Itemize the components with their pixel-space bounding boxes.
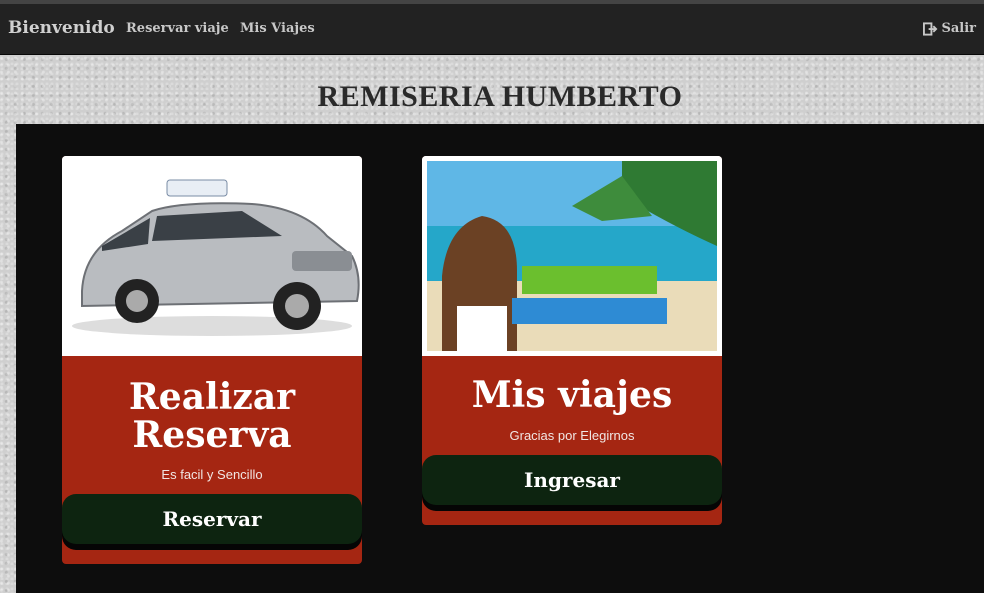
- nav-link-mis-viajes[interactable]: Mis Viajes: [240, 21, 315, 36]
- top-navbar: Bienvenido Reservar viaje Mis Viajes Sal…: [0, 0, 984, 55]
- card-realizar-reserva: Realizar Reserva Es facil y Sencillo Res…: [62, 156, 362, 564]
- logout-link[interactable]: Salir: [923, 21, 976, 36]
- ingresar-button[interactable]: Ingresar: [422, 455, 722, 505]
- car-image: [62, 156, 362, 356]
- brand-link[interactable]: Bienvenido: [8, 18, 115, 38]
- logout-icon: [923, 21, 938, 36]
- card-subtitle: Es facil y Sencillo: [161, 467, 263, 482]
- nav-link-reservar-viaje[interactable]: Reservar viaje: [126, 21, 229, 36]
- card-title: Realizar Reserva: [128, 376, 296, 456]
- beach-image: [422, 156, 722, 356]
- logout-label: Salir: [941, 21, 976, 36]
- card-title: Mis viajes: [471, 374, 673, 416]
- reservar-button[interactable]: Reservar: [62, 494, 362, 544]
- card-subtitle: Gracias por Elegirnos: [509, 428, 635, 443]
- card-mis-viajes: Mis viajes Gracias por Elegirnos Ingresa…: [422, 156, 722, 525]
- page-title: REMISERIA HUMBERTO: [317, 80, 683, 113]
